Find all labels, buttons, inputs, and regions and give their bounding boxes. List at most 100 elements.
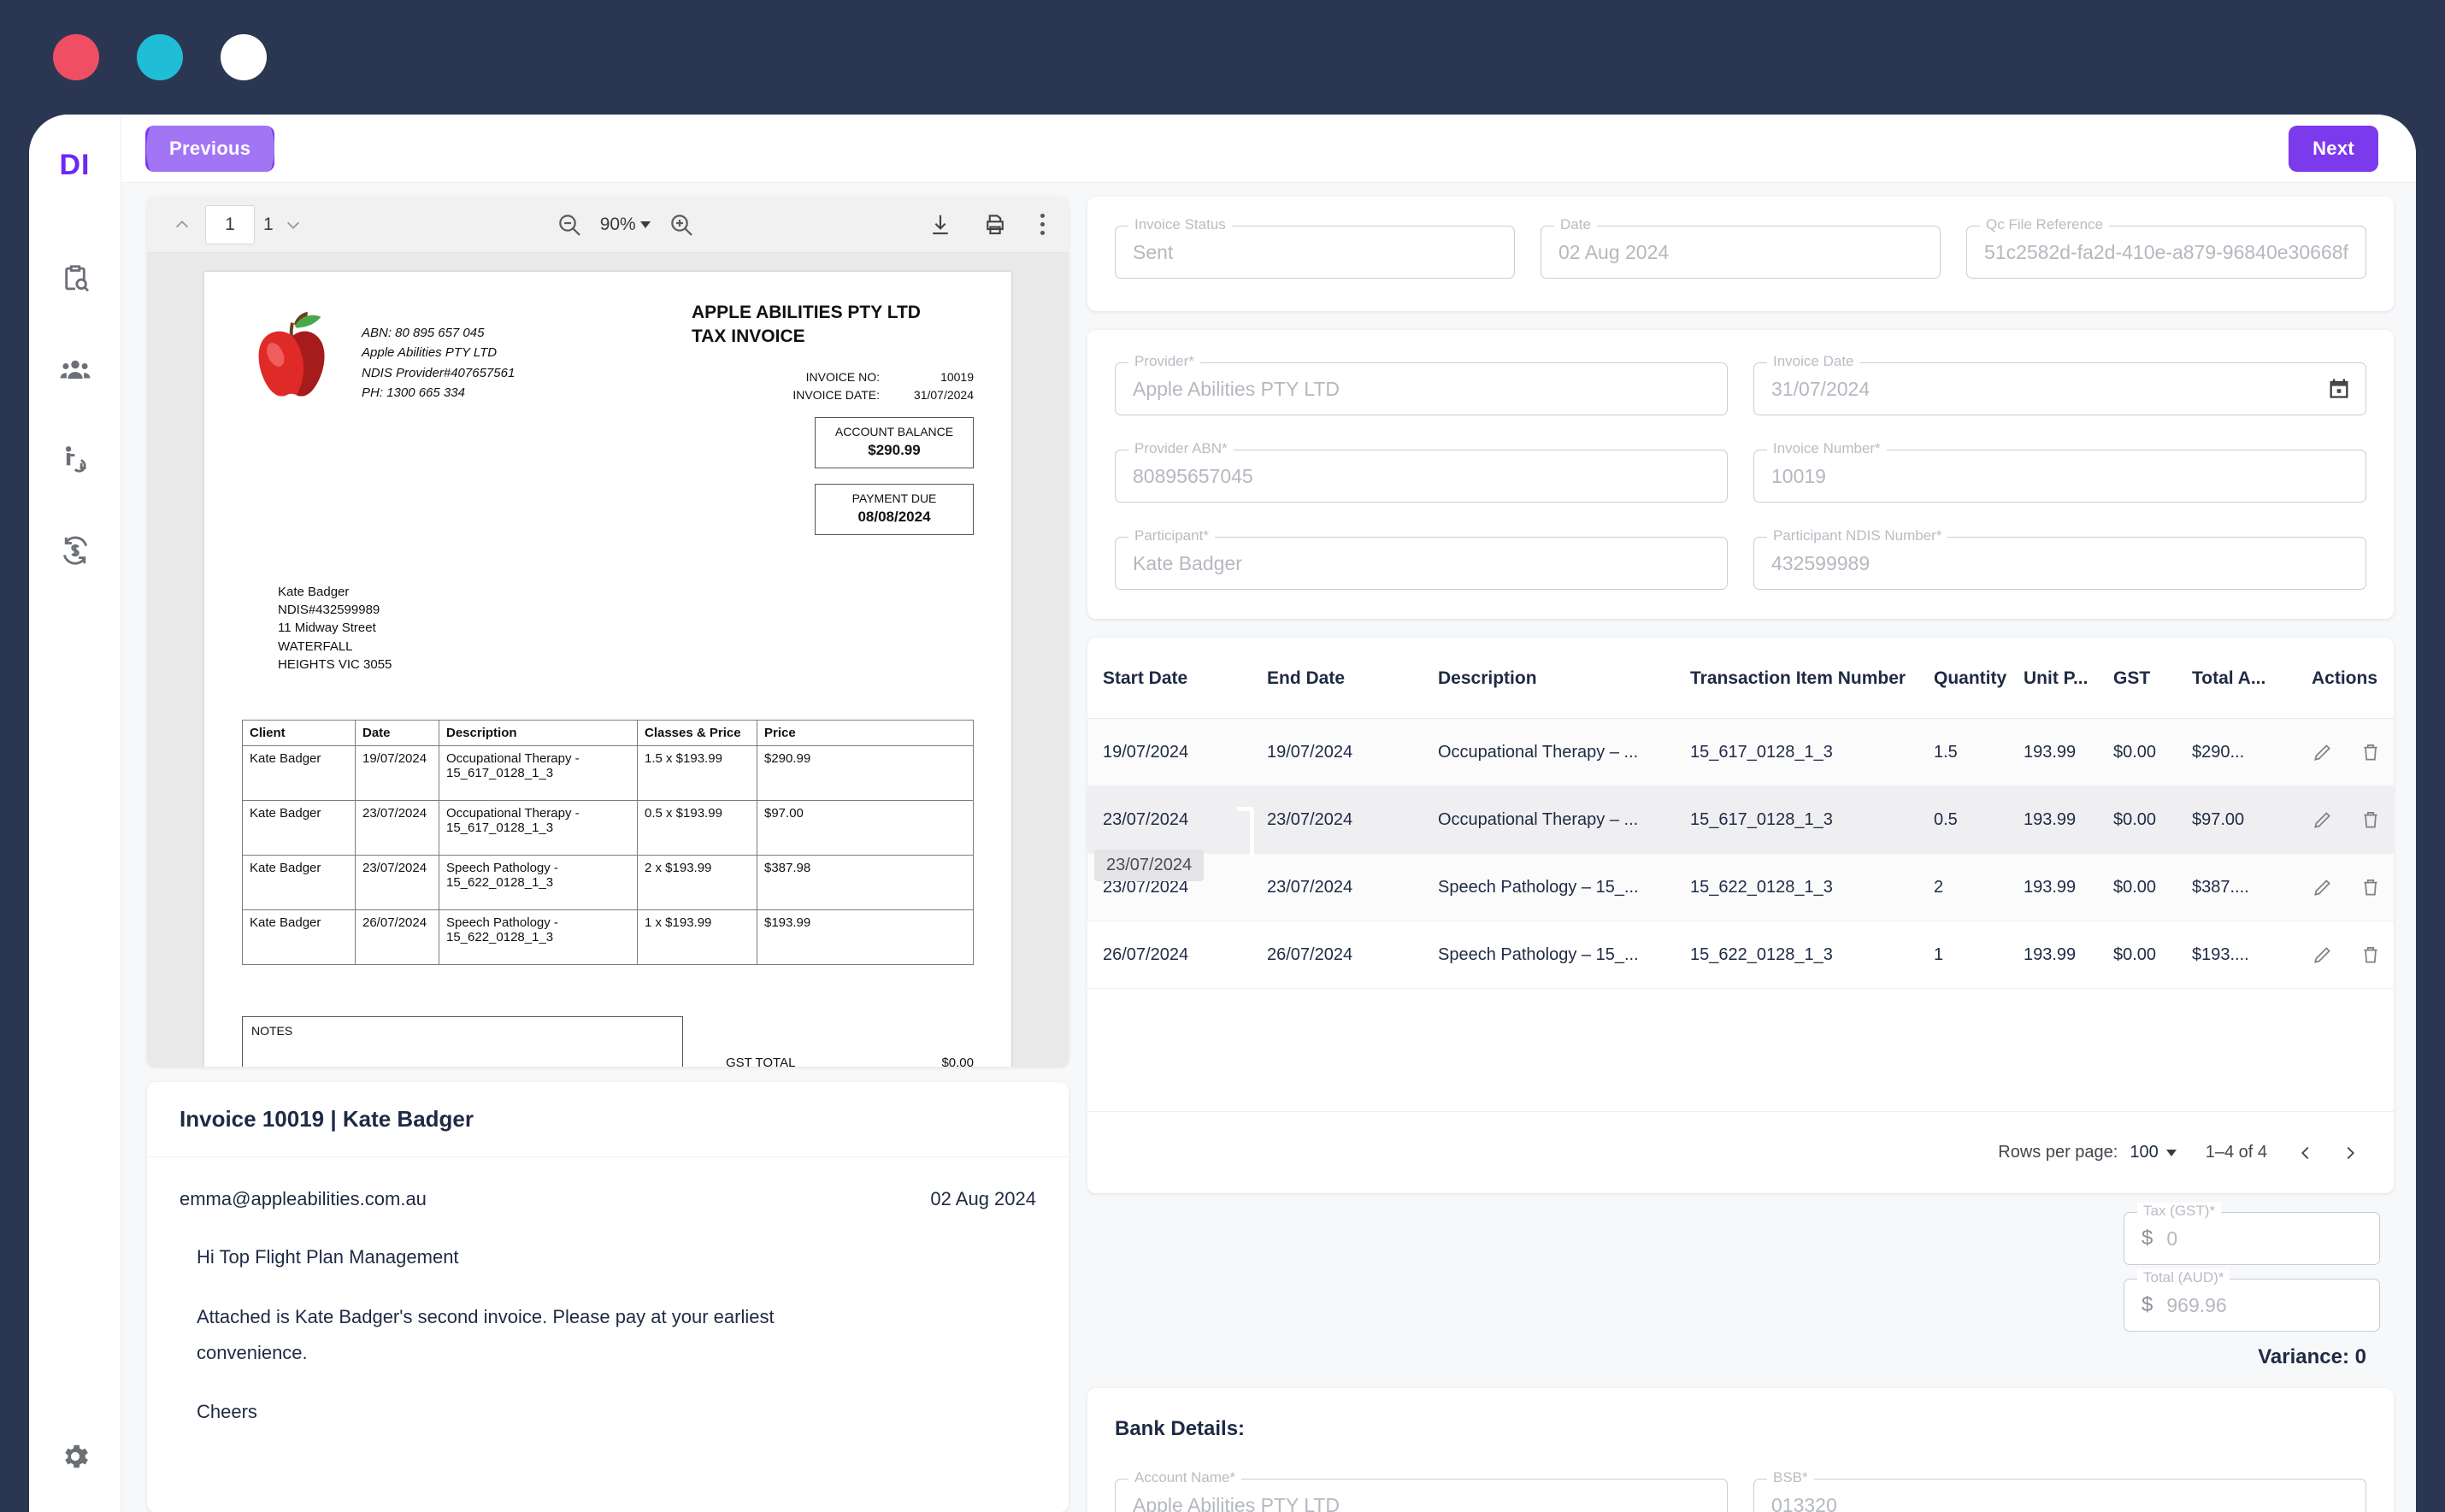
- sidebar-item-invoice-review[interactable]: [45, 249, 105, 309]
- participant-input[interactable]: [1115, 537, 1728, 590]
- col-start-date[interactable]: Start Date: [1087, 638, 1267, 719]
- line-items-body: 19/07/2024 19/07/2024 Occupational Thera…: [1087, 718, 2394, 989]
- provider-line: Apple Abilities PTY LTD: [362, 345, 498, 361]
- cell-item-number: 15_617_0128_1_3: [1690, 785, 1934, 854]
- email-date: 02 Aug 2024: [930, 1188, 1036, 1209]
- col-description[interactable]: Description: [1438, 638, 1690, 719]
- payment-due-value: 08/08/2024: [857, 508, 931, 525]
- col-end-date[interactable]: End Date: [1267, 638, 1438, 719]
- cell-price: $290.99: [757, 745, 974, 802]
- refresh-dollar-icon: [62, 536, 87, 565]
- provider-abn-input[interactable]: [1115, 450, 1728, 503]
- bsb-input[interactable]: [1753, 1479, 2366, 1512]
- previous-page-button[interactable]: [168, 210, 197, 239]
- cell-end-date: 19/07/2024: [1267, 718, 1438, 786]
- tax-gst-input[interactable]: $ 0: [2124, 1212, 2380, 1265]
- payment-due-row: PAYMENT DUE 08/08/2024: [692, 483, 974, 535]
- close-window-button[interactable]: [53, 34, 99, 80]
- print-icon[interactable]: [982, 212, 1008, 238]
- delete-icon[interactable]: [2360, 741, 2382, 763]
- table-row[interactable]: 23/07/2024 23/07/2024 Speech Pathology –…: [1087, 853, 2394, 921]
- desktop-background: DI Previous Next 1 1 90% ABN: 80 895 657…: [0, 0, 2445, 1512]
- cell-description: Occupational Therapy - 15_617_0128_1_3: [439, 800, 638, 856]
- invoice-status-input[interactable]: [1115, 226, 1515, 279]
- email-sender: emma@appleabilities.com.au: [180, 1188, 427, 1209]
- col-gst[interactable]: GST: [2113, 638, 2192, 719]
- qc-file-reference-input[interactable]: [1966, 226, 2366, 279]
- col-total-amount[interactable]: Total A...: [2192, 638, 2312, 719]
- email-greeting: Hi Top Flight Plan Management: [197, 1246, 459, 1268]
- page-number-input[interactable]: [205, 204, 255, 244]
- zoom-level-select[interactable]: 90%: [600, 215, 651, 235]
- participant-ndis-number-input[interactable]: [1753, 537, 2366, 590]
- total-aud-input[interactable]: $ 969.96: [2124, 1279, 2380, 1332]
- invoice-number-input[interactable]: [1753, 450, 2366, 503]
- sidebar-item-transactions[interactable]: [45, 521, 105, 580]
- qc-file-reference-label: Qc File Reference: [1980, 216, 2109, 233]
- invoice-totals: GST TOTAL$0.00 TOTAL$969.96 AMOUNT PAID$…: [726, 1016, 974, 1067]
- edit-icon[interactable]: [2312, 944, 2334, 966]
- delete-icon[interactable]: [2360, 809, 2382, 831]
- delete-icon[interactable]: [2360, 944, 2382, 966]
- col-unit-price[interactable]: Unit P...: [2024, 638, 2113, 719]
- cell-item-number: 15_622_0128_1_3: [1690, 853, 1934, 921]
- settings-button[interactable]: [29, 1440, 121, 1473]
- provider-input[interactable]: [1115, 362, 1728, 415]
- app-sidebar: DI: [29, 115, 121, 1512]
- address-line: WATERFALL: [278, 638, 353, 654]
- form-row-1: Provider* Invoice Date: [1115, 353, 2366, 415]
- bank-details-card: Bank Details: Account Name* BSB* Acc: [1087, 1388, 2394, 1512]
- cell-start-date: 19/07/2024: [1087, 718, 1267, 786]
- sidebar-item-plans[interactable]: [45, 430, 105, 490]
- pdf-toolbar: 1 90%: [147, 197, 1069, 253]
- next-button[interactable]: Next: [2289, 125, 2378, 172]
- pdf-page-scroll[interactable]: ABN: 80 895 657 045 Apple Abilities PTY …: [147, 253, 1069, 1067]
- chevron-down-icon: [286, 221, 299, 229]
- cell-date: 19/07/2024: [355, 745, 439, 802]
- account-balance-label: ACCOUNT BALANCE: [834, 424, 954, 438]
- zoom-in-icon: [670, 214, 692, 236]
- table-row[interactable]: 19/07/2024 19/07/2024 Occupational Thera…: [1087, 718, 2394, 786]
- cell-client: Kate Badger: [242, 800, 356, 856]
- edit-icon[interactable]: [2312, 741, 2334, 763]
- previous-page-icon[interactable]: [2296, 1144, 2315, 1162]
- more-options-button[interactable]: [1037, 210, 1048, 238]
- tax-gst-field: Tax (GST)* $ 0: [2124, 1203, 2380, 1265]
- col-transaction-item-number[interactable]: Transaction Item Number: [1690, 638, 1934, 719]
- table-row[interactable]: 23/07/2024 23/07/2024 Occupational Thera…: [1087, 785, 2394, 854]
- cell-classes: 1 x $193.99: [637, 909, 757, 966]
- minimize-window-button[interactable]: [137, 34, 183, 80]
- edit-icon[interactable]: [2312, 876, 2334, 898]
- maximize-window-button[interactable]: [221, 34, 267, 80]
- main-region: Previous Next 1 1 90% ABN: 80 895 657 04…: [121, 115, 2416, 1512]
- table-row[interactable]: 26/07/2024 26/07/2024 Speech Pathology –…: [1087, 921, 2394, 989]
- invoice-date-field: Invoice Date: [1753, 353, 2366, 415]
- notes-label: NOTES: [251, 1024, 293, 1038]
- email-body: emma@appleabilities.com.au 02 Aug 2024 H…: [147, 1157, 1069, 1430]
- previous-button[interactable]: Previous: [145, 125, 275, 172]
- zoom-controls: 90%: [556, 211, 695, 238]
- sidebar-item-participants[interactable]: [45, 339, 105, 399]
- next-page-icon[interactable]: [2341, 1144, 2360, 1162]
- bsb-label: BSB*: [1767, 1469, 1814, 1486]
- rows-per-page-select[interactable]: 100: [2130, 1143, 2177, 1162]
- calendar-picker-button[interactable]: [2327, 376, 2351, 400]
- cell-description: Speech Pathology – 15_...: [1438, 921, 1690, 989]
- col-quantity[interactable]: Quantity: [1934, 638, 2024, 719]
- participant-ndis-number-label: Participant NDIS Number*: [1767, 527, 1948, 544]
- cell-total: $290...: [2192, 718, 2312, 786]
- zoom-out-button[interactable]: [556, 211, 583, 238]
- next-page-button[interactable]: [279, 210, 308, 239]
- delete-icon[interactable]: [2360, 876, 2382, 898]
- account-name-label: Account Name*: [1128, 1469, 1242, 1486]
- invoice-date-input[interactable]: [1753, 362, 2366, 415]
- zoom-in-button[interactable]: [668, 211, 695, 238]
- edit-icon[interactable]: [2312, 809, 2334, 831]
- currency-symbol: $: [2142, 1227, 2153, 1250]
- right-column: Invoice Status Date Qc File Reference: [1087, 197, 2394, 1512]
- cell-unit-price: 193.99: [2024, 718, 2113, 786]
- email-card: Invoice 10019 | Kate Badger emma@appleab…: [147, 1082, 1069, 1512]
- invoice-line-items-table: Client Date Description Classes & Price …: [242, 720, 974, 966]
- date-input[interactable]: [1541, 226, 1941, 279]
- download-icon[interactable]: [928, 212, 953, 238]
